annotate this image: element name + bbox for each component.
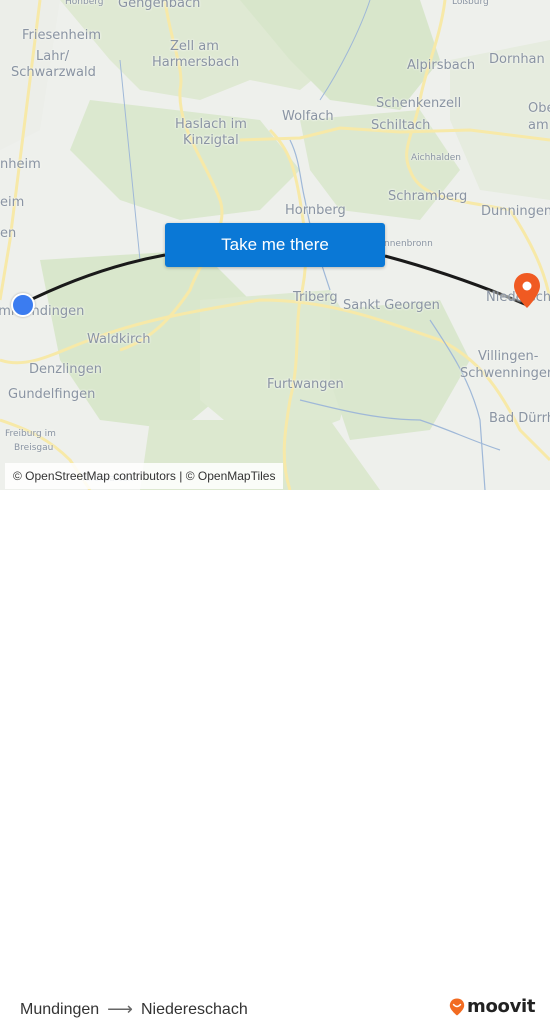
origin-marker[interactable]	[11, 293, 35, 317]
place-label: Zell am	[170, 39, 219, 54]
place-label: Freiburg im	[5, 429, 56, 439]
place-label: Waldkirch	[87, 332, 151, 347]
place-label: Harmersbach	[152, 55, 240, 70]
place-label: Gundelfingen	[8, 387, 96, 402]
place-label: Wolfach	[282, 109, 334, 124]
place-label: Furtwangen	[267, 377, 344, 392]
place-label: nnenbronn	[384, 239, 433, 249]
place-label: Hohberg	[65, 0, 104, 7]
place-label: am	[528, 118, 549, 133]
take-me-there-button[interactable]: Take me there	[165, 223, 385, 267]
place-label: Breisgau	[14, 443, 54, 453]
arrow-right-icon: ⟶	[107, 999, 133, 1019]
map[interactable]: Hohberg Gengenbach Loßburg Friesenheim L…	[0, 0, 550, 490]
place-label: Loßburg	[452, 0, 489, 7]
moovit-logo[interactable]: moovit	[449, 996, 536, 1017]
place-label: Schwenningen	[460, 366, 550, 381]
place-label: Alpirsbach	[407, 58, 476, 73]
place-label: Dornhan	[489, 52, 545, 67]
place-label: Villingen-	[478, 349, 539, 364]
map-attribution[interactable]: © OpenStreetMap contributors | © OpenMap…	[5, 463, 284, 489]
route-summary: Mundingen ⟶ Niedereschach	[20, 999, 248, 1020]
place-label: Aichhalden	[411, 153, 461, 163]
place-label: en	[0, 226, 17, 241]
place-label: Dunningen	[481, 204, 550, 219]
place-label: nheim	[0, 157, 41, 172]
place-label: eim	[0, 195, 25, 210]
place-label: Schwarzwald	[11, 65, 96, 80]
place-label: Hornberg	[285, 203, 346, 218]
place-label: Schramberg	[388, 189, 468, 204]
place-label: Kinzigtal	[183, 133, 239, 148]
place-label: Haslach im	[175, 117, 247, 132]
moovit-pin-icon	[449, 998, 465, 1015]
brand-name: moovit	[467, 996, 536, 1017]
place-label: Bad Dürrh	[489, 411, 550, 426]
place-label: Lahr/	[36, 49, 70, 64]
origin-name: Mundingen	[20, 1000, 100, 1018]
place-label: Schenkenzell	[376, 96, 462, 111]
place-label: Gengenbach	[118, 0, 201, 11]
footer: Mundingen ⟶ Niedereschach moovit	[0, 490, 550, 1019]
place-label: Triberg	[293, 290, 338, 305]
place-label: Obe	[528, 101, 550, 116]
destination-pin-icon[interactable]	[511, 272, 543, 310]
place-label: Friesenheim	[22, 28, 102, 43]
place-label: Sankt Georgen	[343, 298, 440, 313]
place-label: Schiltach	[371, 118, 431, 133]
place-label: Denzlingen	[29, 362, 103, 377]
destination-name: Niedereschach	[140, 1000, 248, 1018]
